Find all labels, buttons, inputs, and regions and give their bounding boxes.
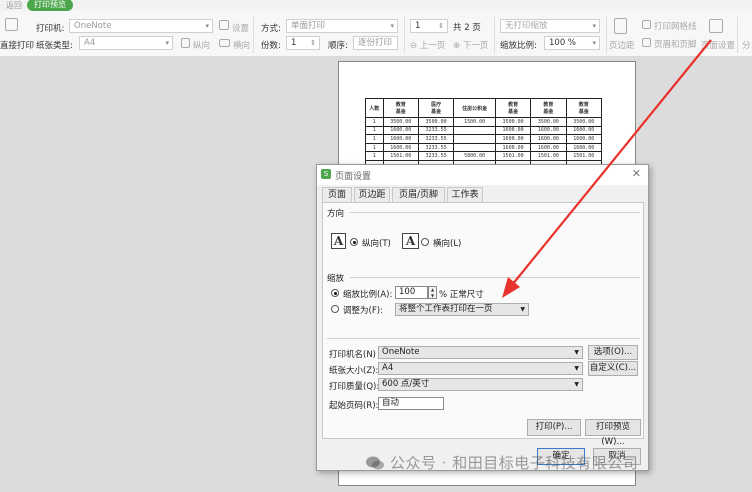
annotation-arrow	[502, 39, 712, 298]
watermark: 公众号 · 和田目标电子科技有限公司	[365, 452, 638, 473]
watermark-text: 公众号 · 和田目标电子科技有限公司	[390, 454, 639, 472]
arrow-shaft	[511, 39, 712, 286]
wechat-icon	[366, 456, 384, 470]
